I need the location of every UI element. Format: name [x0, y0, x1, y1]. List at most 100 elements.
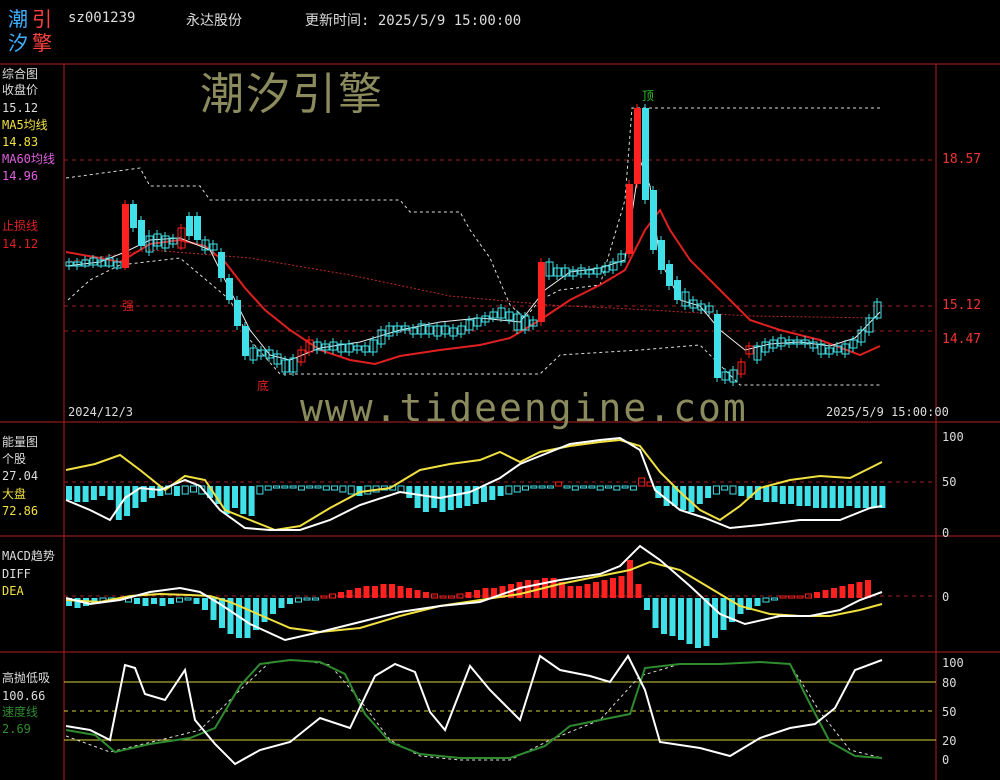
energy-bar: [406, 486, 413, 498]
macd-bar: [287, 598, 293, 604]
close-value: 15.12: [2, 101, 39, 115]
energy-bars: [66, 477, 886, 520]
energy-bar: [447, 486, 454, 510]
candlesticks: [65, 104, 882, 386]
energy-bar: [563, 485, 571, 489]
energy-bar: [854, 486, 861, 508]
energy-bar: [729, 485, 737, 495]
stock-energy-value: 27.04: [2, 469, 39, 483]
macd-bar: [516, 582, 523, 598]
energy-bar: [339, 485, 347, 493]
energy-bar: [273, 485, 280, 489]
macd-bar: [669, 598, 676, 636]
energy-bar: [688, 486, 695, 512]
macd-bar: [601, 580, 608, 598]
energy-bar: [522, 485, 529, 491]
energy-axis-100: 100: [942, 430, 964, 444]
macd-bar: [151, 598, 157, 604]
macd-bar: [482, 588, 489, 598]
macd-bar: [754, 598, 761, 606]
energy-bar: [149, 486, 155, 498]
macd-bar: [270, 598, 276, 614]
osc-axis-100: 100: [942, 656, 964, 670]
energy-bar: [397, 485, 405, 493]
ma60-value: 14.96: [2, 169, 39, 183]
energy-bar: [588, 485, 596, 489]
energy-bar: [621, 485, 629, 489]
energy-bar: [804, 486, 811, 506]
macd-bar: [576, 586, 582, 598]
macd-bar: [618, 576, 625, 598]
macd-bar: [295, 597, 302, 603]
energy-bar: [124, 486, 131, 516]
energy-bar: [107, 486, 114, 500]
energy-bar: [538, 485, 546, 489]
energy-bar: [721, 485, 729, 491]
macd-bar: [703, 598, 710, 646]
dea-label: DEA: [2, 584, 24, 598]
macd-bar: [652, 598, 659, 628]
macd-bar: [303, 597, 311, 601]
energy-bar: [696, 486, 703, 504]
osc-axis-0: 0: [942, 753, 950, 767]
macd-bar: [355, 588, 361, 598]
energy-bar: [837, 486, 844, 508]
stop-loss-label: 止损线: [2, 219, 39, 233]
energy-bar: [763, 486, 770, 502]
stock-energy-line: [65, 436, 883, 531]
macd-bar: [406, 588, 412, 598]
macd-bar: [363, 586, 370, 598]
energy-bar: [264, 485, 272, 491]
energy-bar: [99, 486, 106, 496]
energy-bar: [322, 485, 330, 491]
energy-bar: [422, 486, 429, 512]
close-label: 收盘价: [2, 83, 39, 97]
macd-bar: [644, 598, 650, 610]
macd-bar: [219, 598, 225, 628]
energy-bar: [181, 485, 189, 495]
macd-bar: [593, 582, 599, 598]
annotation-top: 顶: [642, 89, 655, 103]
panel4-title: 高抛低吸: [2, 671, 51, 685]
upper-band: [65, 107, 880, 319]
osc-axis-80: 80: [942, 676, 957, 690]
energy-bar: [331, 485, 339, 491]
energy-bar: [663, 486, 670, 506]
panel3-title: MACD趋势: [2, 549, 55, 563]
energy-bar: [314, 485, 322, 489]
macd-bar: [584, 584, 591, 598]
candle-body: [674, 280, 681, 300]
diff-label: DIFF: [2, 567, 31, 581]
candle-body: [650, 190, 657, 250]
macd-bar: [788, 595, 795, 599]
energy-bar: [629, 485, 637, 491]
energy-bar: [256, 485, 264, 495]
energy-bar: [497, 486, 504, 496]
speed-label: 速度线: [2, 705, 39, 719]
ma5-label: MA5均线: [2, 118, 48, 132]
candle-body: [130, 204, 137, 228]
macd-bar: [771, 597, 778, 601]
speed-value: 2.69: [2, 722, 31, 736]
panel1-title: 综合图: [2, 67, 39, 81]
macd-bar: [338, 592, 344, 598]
macd-bar: [635, 584, 642, 598]
energy-bar: [862, 486, 869, 508]
panel2-title: 能量图: [2, 435, 39, 449]
candle-body: [186, 216, 193, 236]
osc-axis-50: 50: [942, 705, 957, 719]
macd-bar: [465, 592, 472, 598]
macd-bar: [439, 595, 447, 599]
stop-loss-value: 14.12: [2, 237, 39, 251]
price-axis-18: 18.57: [942, 152, 982, 167]
macd-bar: [184, 597, 192, 601]
energy-bar: [82, 486, 89, 502]
energy-bar: [90, 486, 97, 500]
energy-bar: [580, 485, 588, 489]
macd-bar: [389, 584, 395, 598]
energy-bar: [821, 486, 828, 508]
annotation-bottom: 底: [257, 379, 270, 393]
date-start: 2024/12/3: [68, 405, 134, 419]
candle-body: [194, 216, 201, 240]
energy-bar: [771, 486, 778, 502]
